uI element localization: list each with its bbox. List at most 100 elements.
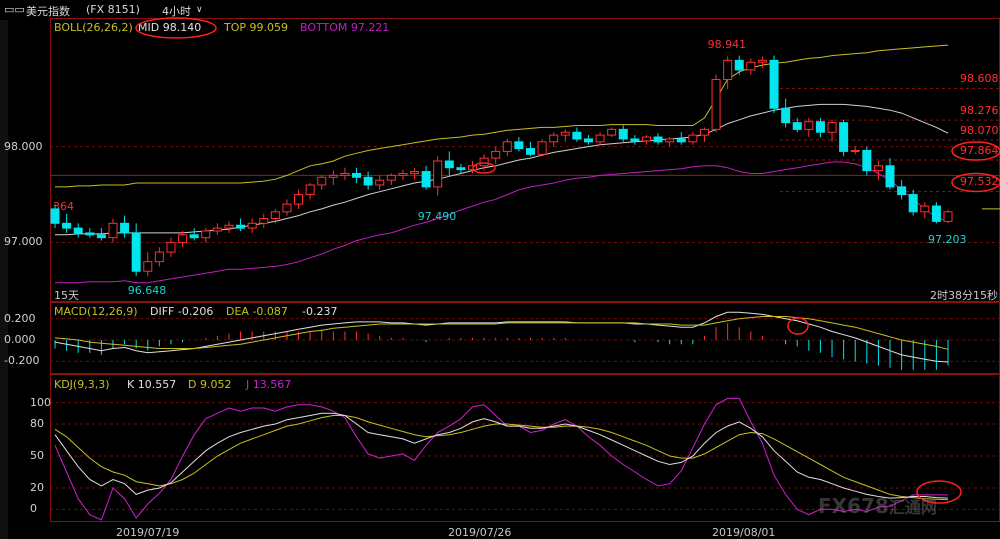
kdj-axis-tick: 80 — [30, 417, 44, 430]
candle-body — [305, 184, 315, 196]
price-axis-tick: 97.000 — [4, 235, 43, 249]
candle-body — [108, 222, 118, 239]
candle-body — [294, 194, 304, 205]
candle-body — [769, 59, 779, 109]
macd-highlight-circle — [787, 317, 809, 335]
candle-body — [120, 222, 130, 234]
candle-body — [236, 224, 246, 229]
candle-body — [804, 121, 814, 130]
candle-body — [537, 141, 547, 155]
candle-body — [73, 227, 83, 234]
candle-body — [201, 230, 211, 239]
x-axis-label: 2019/08/01 — [712, 526, 776, 539]
candle-body — [897, 186, 907, 196]
candle-body — [433, 160, 443, 188]
candle-body — [549, 134, 559, 143]
candle-body — [931, 205, 941, 222]
candle-body — [259, 218, 269, 224]
candle-body — [781, 107, 791, 124]
candle-body — [839, 122, 849, 152]
candle-body — [815, 121, 825, 133]
candle-body — [212, 227, 222, 232]
candle-body — [850, 149, 860, 152]
level-price-label: 97.864 — [960, 144, 999, 158]
candle-body — [410, 171, 420, 174]
candle-body — [247, 222, 257, 229]
candle-body — [827, 122, 837, 133]
candle-body — [282, 203, 292, 213]
candle-body — [525, 148, 536, 155]
level-price-label: 98.608 — [960, 72, 999, 86]
candle-body — [699, 128, 709, 136]
level-price-label: 98.276 — [960, 104, 999, 118]
candle-body — [85, 232, 95, 236]
extreme-price-label: 96.648 — [127, 284, 167, 298]
chart-svg — [50, 17, 1000, 521]
boll-bottom-line — [55, 161, 949, 284]
candle-body — [375, 179, 385, 186]
candle-body — [688, 134, 698, 143]
macd-dea-line — [54, 316, 949, 350]
candle-body — [317, 176, 327, 186]
candle-body — [421, 171, 431, 188]
candle-body — [131, 232, 141, 272]
candle-body — [189, 234, 199, 239]
extreme-price-label: 97.490 — [417, 209, 457, 223]
candle-body — [943, 211, 953, 222]
candle-body — [572, 131, 582, 140]
candle-body — [641, 136, 651, 142]
macd-axis-tick: 0.200 — [4, 311, 36, 325]
boll-mid-highlight-circle — [135, 17, 217, 39]
candle-body — [792, 122, 802, 130]
chart-window: ▭▭ 美元指数 (FX 8151) 4小时 ∨ BOLL(26,26,2) MI… — [0, 0, 1000, 539]
price-axis-tick: 98.000 — [4, 139, 43, 153]
candle-body — [50, 208, 60, 224]
candle-body — [143, 261, 153, 272]
x-axis-label: 2019/07/19 — [116, 526, 180, 539]
kdj-j-line — [54, 397, 948, 521]
candle-body — [885, 165, 895, 188]
candle-body — [479, 157, 489, 167]
candle-body — [352, 172, 362, 178]
candle-body — [723, 59, 733, 81]
kdj-axis-tick: 20 — [30, 481, 44, 494]
candle-body — [398, 172, 408, 176]
candle-body — [618, 128, 628, 140]
kdj-axis-tick: 100 — [30, 395, 51, 409]
candle-body — [96, 234, 106, 239]
kdj-axis-tick: 0 — [30, 502, 37, 516]
candle-body — [491, 150, 501, 159]
candle-body — [711, 79, 721, 130]
candle-body — [908, 194, 918, 213]
candle-body — [873, 165, 883, 172]
candle-body — [653, 136, 663, 143]
level-price-label: 98.070 — [960, 123, 999, 137]
candle-body — [502, 141, 512, 152]
boll-top-line — [55, 44, 949, 188]
candle-body — [386, 174, 396, 181]
candle-body — [630, 138, 640, 142]
macd-axis-tick: -0.200 — [4, 354, 40, 368]
extreme-price-label: 98.941 — [707, 38, 747, 52]
candle-body — [62, 222, 72, 229]
candle-body — [363, 176, 373, 186]
level-price-label: 97.532 — [960, 175, 999, 189]
candle-body — [340, 172, 350, 176]
kdj-d-line — [54, 415, 949, 501]
candle-body — [328, 174, 338, 178]
candle-body — [583, 138, 593, 143]
candle-body — [514, 141, 524, 150]
candle-body — [560, 131, 570, 136]
candle-body — [224, 224, 234, 229]
candle-body — [757, 59, 767, 63]
extreme-price-label: 97.203 — [928, 233, 967, 247]
kdj-axis-tick: 50 — [30, 449, 44, 462]
macd-axis-tick: 0.000 — [4, 333, 36, 346]
candle-body — [456, 167, 466, 171]
candle-body — [746, 61, 756, 71]
x-axis-label: 2019/07/26 — [448, 526, 512, 539]
candle-body — [178, 234, 188, 243]
candle-body — [734, 59, 744, 71]
candle-body — [607, 128, 617, 136]
boll-mid-line — [55, 103, 949, 236]
